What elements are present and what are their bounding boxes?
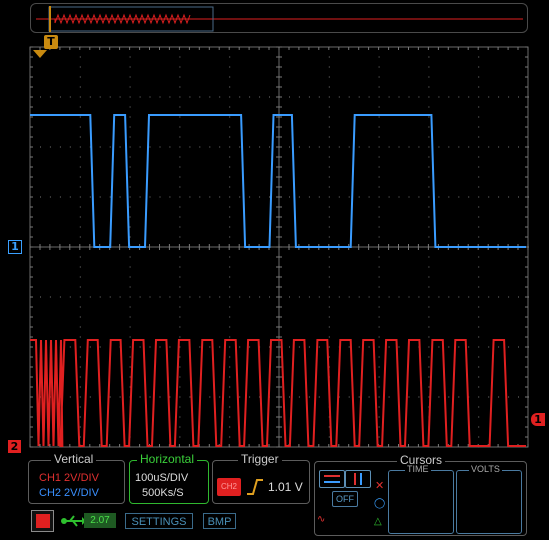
trigger-position-arrow[interactable] xyxy=(33,50,47,58)
volts-cursor-readout: VOLTS xyxy=(456,464,522,534)
vertical-panel[interactable]: Vertical CH1 2V/DIV CH2 2V/DIV xyxy=(28,452,125,504)
bmp-button[interactable]: BMP xyxy=(203,513,236,529)
trigger-source-button[interactable]: CH2 xyxy=(217,478,241,496)
firmware-version: 2.07 xyxy=(84,513,116,528)
horizontal-title: Horizontal xyxy=(137,452,198,466)
ch2-scale[interactable]: CH2 2V/DIV xyxy=(39,487,99,499)
ch1-scale[interactable]: CH1 2V/DIV xyxy=(39,472,99,484)
horizontal-cursors-button[interactable] xyxy=(319,470,345,488)
horizontal-panel[interactable]: Horizontal 100uS/DIV 500Ks/S xyxy=(129,452,209,504)
cursors-panel[interactable]: Cursors OFF ✕ ◯ △ ∿ TIME VOLTS xyxy=(314,453,527,536)
usb-icon xyxy=(61,515,86,527)
scope-display[interactable] xyxy=(0,0,549,460)
settings-button[interactable]: SETTINGS xyxy=(125,513,193,529)
ch2-trace xyxy=(30,339,526,447)
vertical-cursors-button[interactable] xyxy=(345,470,371,488)
trigger-panel[interactable]: Trigger CH2 1.01 V xyxy=(212,452,310,504)
trigger-title: Trigger xyxy=(238,452,282,466)
time-cursor-readout: TIME xyxy=(388,464,454,534)
trigger-time-marker[interactable]: T xyxy=(44,35,58,49)
cursor-x-icon: ✕ xyxy=(375,480,385,492)
trigger-level-value[interactable]: 1.01 V xyxy=(268,480,303,494)
ch1-offset-marker[interactable]: 1 xyxy=(8,240,22,254)
sample-rate: 500Ks/S xyxy=(142,487,184,499)
rising-edge-icon[interactable] xyxy=(246,477,264,497)
volts-label: VOLTS xyxy=(469,464,502,474)
stop-icon xyxy=(36,514,50,528)
cursor-circle-icon: ◯ xyxy=(374,498,386,509)
cursors-off-button[interactable]: OFF xyxy=(332,491,358,507)
cursor-delta-icon: △ xyxy=(374,516,382,527)
vertical-title: Vertical xyxy=(51,452,97,466)
time-label: TIME xyxy=(405,464,431,474)
time-per-div[interactable]: 100uS/DIV xyxy=(135,472,188,484)
cursor-wave-icon: ∿ xyxy=(317,514,326,525)
ch2-offset-marker[interactable]: 2 xyxy=(8,440,21,453)
trigger-level-marker[interactable]: 1 xyxy=(531,413,545,426)
run-stop-button[interactable] xyxy=(31,510,54,532)
